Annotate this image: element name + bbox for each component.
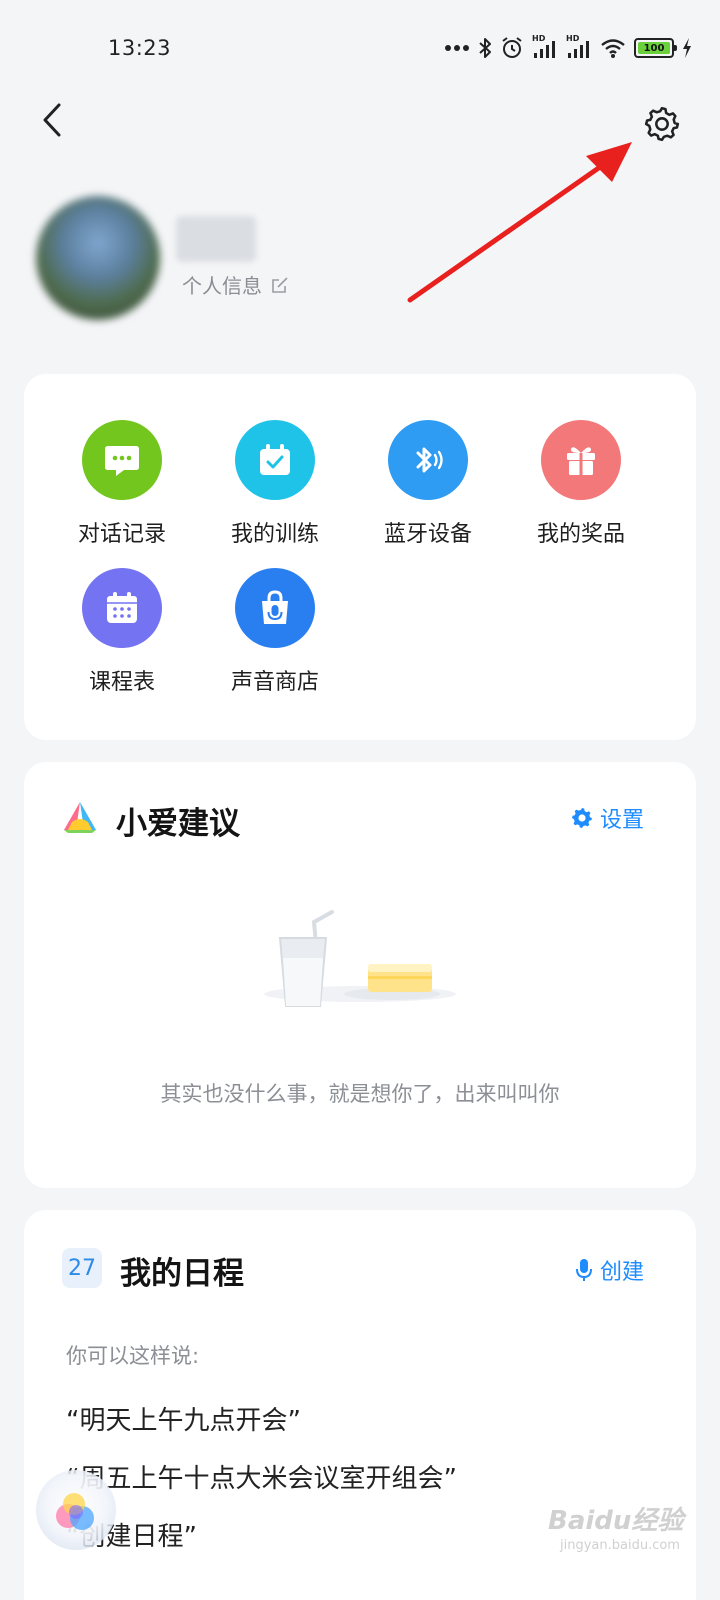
service-label: 对话记录 — [77, 522, 166, 547]
chevron-left-icon — [43, 103, 61, 137]
service-label: 我的奖品 — [536, 522, 625, 547]
schedule-hint: 你可以这样说: — [66, 1344, 200, 1368]
baidu-watermark-url: jingyan.baidu.com — [560, 1538, 680, 1553]
battery-level: 100 — [638, 42, 670, 54]
service-voice-store[interactable]: 声音商店 — [197, 568, 353, 696]
signal-hd-icon-2: HD — [566, 34, 592, 60]
suggestions-settings-link[interactable]: 设置 — [570, 802, 644, 834]
back-button[interactable] — [32, 96, 72, 144]
xiaoai-logo-icon — [64, 802, 96, 833]
service-my-prizes[interactable]: 我的奖品 — [503, 420, 659, 548]
create-schedule-link[interactable]: 创建 — [574, 1254, 644, 1286]
service-label: 声音商店 — [230, 670, 319, 695]
calendar-check-icon — [235, 420, 315, 500]
username: 张三 — [176, 216, 256, 262]
status-icons: HD HD 100 — [444, 34, 692, 62]
create-schedule-label: 创建 — [599, 1260, 644, 1285]
gear-icon — [644, 106, 680, 142]
voice-bag-icon — [235, 568, 315, 648]
avatar[interactable] — [36, 196, 160, 320]
status-bar: 13:23 HD HD 100 — [0, 0, 720, 100]
drink-and-cake-illustration — [264, 910, 456, 1007]
service-bluetooth-devices[interactable]: 蓝牙设备 — [350, 420, 506, 548]
suggestions-empty-text: 其实也没什么事，就是想你了，出来叫叫你 — [160, 1082, 560, 1106]
annotation-arrow — [407, 142, 632, 303]
suggestions-settings-label: 设置 — [599, 808, 644, 833]
chat-icon — [82, 420, 162, 500]
service-label: 课程表 — [88, 670, 155, 695]
baidu-watermark: Baidu经验 — [548, 1506, 684, 1536]
calendar-date-icon: 27 — [62, 1248, 102, 1288]
charging-icon — [683, 38, 691, 58]
suggestions-title: 小爱建议 — [116, 806, 240, 842]
timetable-icon — [82, 568, 162, 648]
service-timetable[interactable]: 课程表 — [44, 568, 200, 696]
suggestions-card: 小爱建议 设置 其实也没什么事，就是想你了，出来叫叫你 — [24, 762, 696, 1188]
more-dots-icon — [445, 45, 469, 51]
bluetooth-status-icon — [479, 38, 491, 58]
battery-icon: 100 — [634, 38, 677, 58]
floating-assistant-button[interactable] — [34, 1468, 118, 1552]
settings-button[interactable] — [638, 100, 686, 148]
service-chat-history[interactable]: 对话记录 — [44, 420, 200, 548]
schedule-example[interactable]: “周五上午十点大米会议室开组会” — [66, 1458, 457, 1495]
gear-icon — [571, 808, 592, 828]
microphone-icon — [575, 1259, 592, 1281]
schedule-example[interactable]: “明天上午九点开会” — [66, 1400, 301, 1437]
wifi-icon — [601, 39, 625, 58]
schedule-title: 我的日程 — [120, 1256, 244, 1292]
services-card: 对话记录 我的训练 蓝牙设备 我的奖品 课程表 声音商店 — [24, 374, 696, 740]
alarm-icon — [502, 37, 522, 58]
service-my-training[interactable]: 我的训练 — [197, 420, 353, 548]
bluetooth-icon — [388, 420, 468, 500]
service-label: 蓝牙设备 — [383, 522, 472, 547]
edit-icon — [272, 276, 288, 293]
assistant-orb-icon — [36, 1470, 116, 1550]
signal-hd-icon-1: HD — [532, 34, 558, 60]
service-label: 我的训练 — [230, 522, 319, 547]
profile-info-label: 个人信息 — [182, 274, 262, 298]
profile-info-link[interactable]: 个人信息 — [182, 270, 290, 299]
status-time: 13:23 — [108, 36, 172, 60]
gift-icon — [541, 420, 621, 500]
